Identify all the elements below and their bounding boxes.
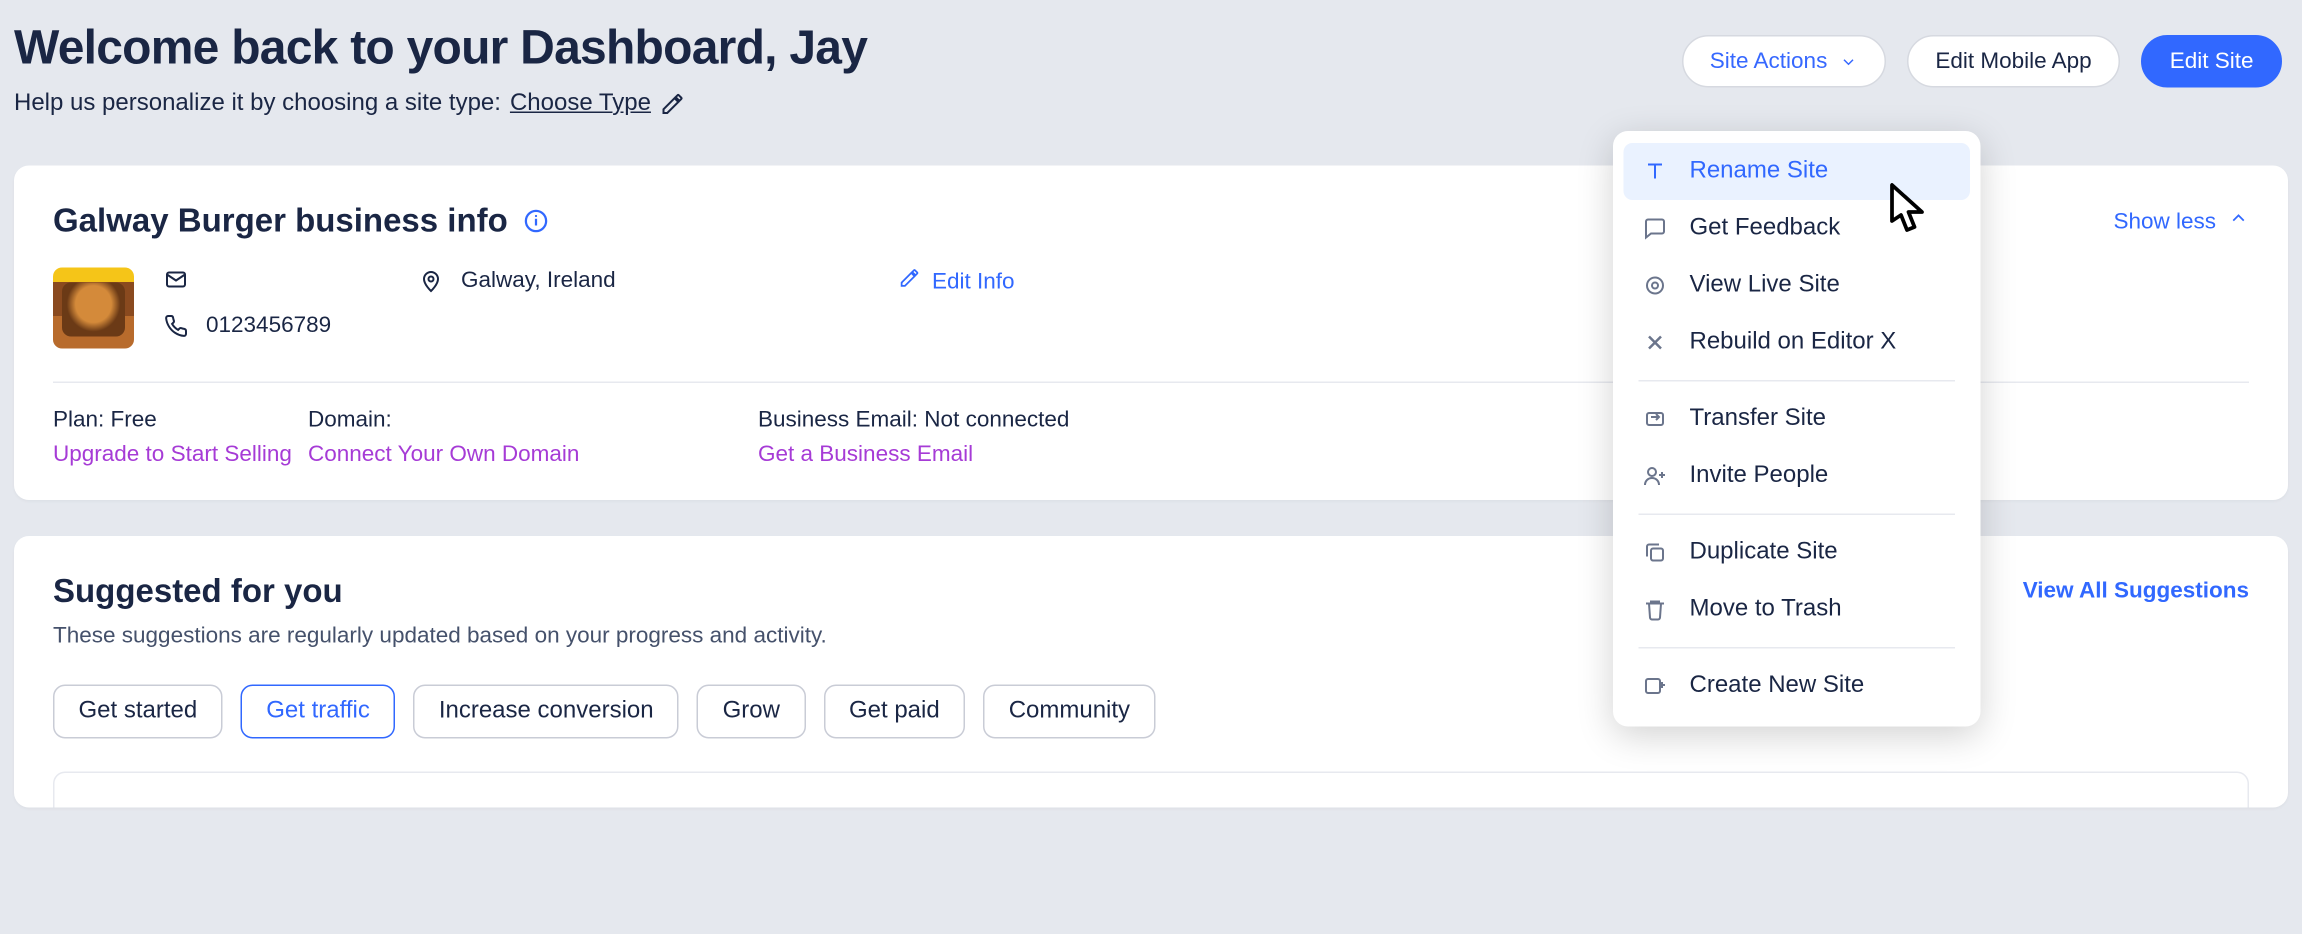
menu-label: Move to Trash: [1690, 596, 1842, 623]
chevron-down-icon: [1839, 52, 1857, 70]
business-location: Galway, Ireland: [461, 268, 616, 294]
business-email-label: Business Email: Not connected: [758, 407, 2249, 433]
info-icon[interactable]: [523, 208, 550, 235]
chip-community[interactable]: Community: [983, 685, 1155, 739]
mail-icon: [164, 268, 188, 292]
menu-divider: [1639, 514, 1956, 516]
menu-label: Transfer Site: [1690, 406, 1827, 433]
trash-icon: [1642, 596, 1669, 623]
invite-icon: [1642, 463, 1669, 490]
pencil-icon: [899, 268, 920, 295]
chip-get-paid[interactable]: Get paid: [823, 685, 965, 739]
get-email-link[interactable]: Get a Business Email: [758, 442, 2249, 468]
suggested-title: Suggested for you: [53, 572, 827, 611]
menu-label: Invite People: [1690, 463, 1829, 490]
menu-divider: [1639, 380, 1956, 382]
menu-view-live-site[interactable]: View Live Site: [1624, 257, 1971, 314]
editorx-icon: [1642, 329, 1669, 356]
menu-label: Create New Site: [1690, 673, 1865, 700]
menu-get-feedback[interactable]: Get Feedback: [1624, 200, 1971, 257]
business-info-title-text: Galway Burger business info: [53, 202, 508, 241]
show-less-label: Show less: [2113, 208, 2216, 234]
show-less-toggle[interactable]: Show less: [2113, 208, 2249, 235]
menu-invite-people[interactable]: Invite People: [1624, 448, 1971, 505]
connect-domain-link[interactable]: Connect Your Own Domain: [308, 442, 743, 468]
business-phone-row: 0123456789: [164, 313, 419, 339]
menu-label: Rename Site: [1690, 158, 1829, 185]
text-icon: [1642, 158, 1669, 185]
chip-get-started[interactable]: Get started: [53, 685, 223, 739]
pencil-icon[interactable]: [660, 92, 684, 116]
menu-create-new-site[interactable]: Create New Site: [1624, 658, 1971, 715]
menu-duplicate-site[interactable]: Duplicate Site: [1624, 524, 1971, 581]
edit-site-button[interactable]: Edit Site: [2141, 35, 2282, 88]
business-info-title: Galway Burger business info: [53, 202, 550, 241]
menu-rename-site[interactable]: Rename Site: [1624, 143, 1971, 200]
menu-label: Duplicate Site: [1690, 539, 1838, 566]
menu-transfer-site[interactable]: Transfer Site: [1624, 391, 1971, 448]
edit-mobile-button[interactable]: Edit Mobile App: [1907, 35, 2120, 88]
eye-icon: [1642, 272, 1669, 299]
site-actions-label: Site Actions: [1710, 49, 1828, 75]
chat-icon: [1642, 215, 1669, 242]
duplicate-icon: [1642, 539, 1669, 566]
chip-get-traffic[interactable]: Get traffic: [241, 685, 396, 739]
page-header: Welcome back to your Dashboard, Jay Help…: [14, 20, 2288, 130]
menu-move-to-trash[interactable]: Move to Trash: [1624, 581, 1971, 638]
phone-icon: [164, 313, 188, 337]
suggested-content-placeholder: [53, 772, 2249, 808]
welcome-title: Welcome back to your Dashboard, Jay: [14, 20, 867, 76]
plan-label: Plan: Free: [53, 407, 293, 433]
menu-label: Rebuild on Editor X: [1690, 329, 1897, 356]
business-thumbnail: [53, 268, 134, 349]
edit-info-label: Edit Info: [932, 268, 1015, 294]
domain-label: Domain:: [308, 407, 743, 433]
business-email-row: [164, 268, 419, 292]
transfer-icon: [1642, 406, 1669, 433]
menu-label: View Live Site: [1690, 272, 1840, 299]
edit-info-link[interactable]: Edit Info: [899, 268, 1015, 295]
business-location-row: Galway, Ireland: [419, 268, 899, 294]
suggested-subtitle: These suggestions are regularly updated …: [53, 623, 827, 649]
menu-divider: [1639, 647, 1956, 649]
chip-increase-conversion[interactable]: Increase conversion: [413, 685, 679, 739]
site-actions-button[interactable]: Site Actions: [1681, 35, 1886, 88]
personalize-text: Help us personalize it by choosing a sit…: [14, 91, 501, 118]
personalize-line: Help us personalize it by choosing a sit…: [14, 91, 867, 118]
location-icon: [419, 268, 443, 292]
menu-rebuild-editor-x[interactable]: Rebuild on Editor X: [1624, 314, 1971, 371]
business-phone: 0123456789: [206, 313, 331, 339]
upgrade-link[interactable]: Upgrade to Start Selling: [53, 442, 293, 468]
menu-label: Get Feedback: [1690, 215, 1841, 242]
chevron-up-icon: [2228, 208, 2249, 235]
new-site-icon: [1642, 673, 1669, 700]
view-all-suggestions-link[interactable]: View All Suggestions: [2023, 572, 2249, 604]
header-buttons: Site Actions Edit Mobile App Edit Site: [1681, 20, 2288, 88]
site-actions-dropdown: Rename Site Get Feedback View Live Site …: [1613, 131, 1981, 727]
chip-grow[interactable]: Grow: [697, 685, 805, 739]
choose-type-link[interactable]: Choose Type: [510, 91, 651, 118]
